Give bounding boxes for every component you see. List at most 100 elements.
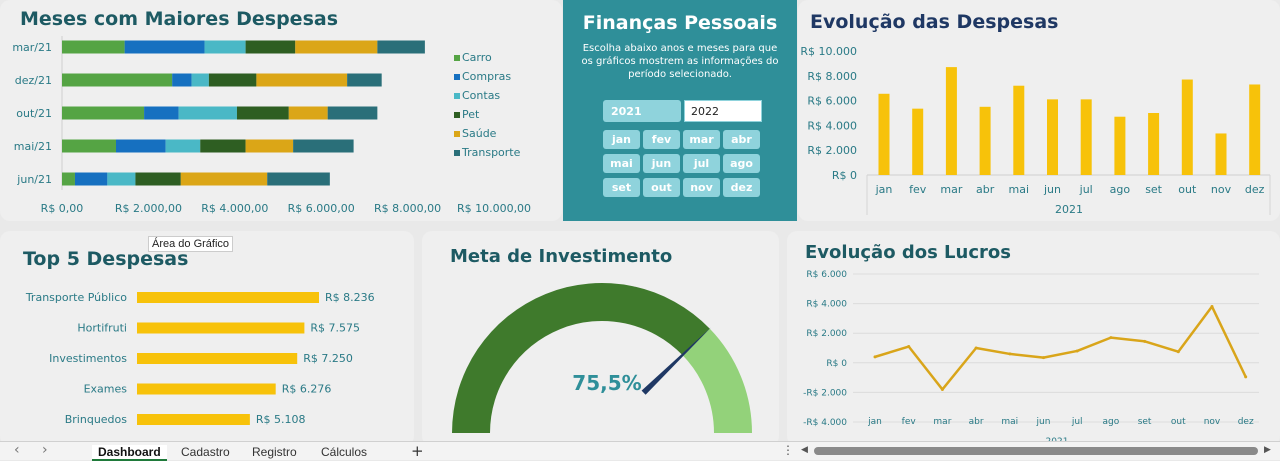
month-button-out[interactable]: out	[643, 178, 680, 197]
legend-label: Saúde	[462, 127, 497, 140]
tab-cadastro[interactable]: Cadastro	[181, 445, 230, 459]
data-label: R$ 8.236	[325, 291, 375, 304]
bar-segment	[295, 40, 378, 54]
profit-line	[874, 305, 1247, 391]
legend-swatch	[454, 112, 460, 118]
expense-bar	[1080, 99, 1092, 175]
bar-segment	[62, 40, 125, 54]
x-tick-label: R$ 0,00	[41, 202, 84, 215]
bar-segment	[172, 73, 192, 87]
month-button-jan[interactable]: jan	[603, 130, 640, 149]
profit-point	[1109, 336, 1113, 340]
month-button-ago[interactable]: ago	[723, 154, 760, 173]
expense-bar	[1181, 79, 1193, 175]
x-tick-label: R$ 8.000,00	[374, 202, 441, 215]
x-tick-label: abr	[976, 183, 995, 196]
bar-segment	[347, 73, 382, 87]
expenses-bar-chart: R$ 0 R$ 2.000 R$ 4.000 R$ 6.000 R$ 8.000 R$ 1…	[800, 45, 1271, 216]
bar-segment	[116, 139, 166, 153]
x-tick-label: set	[1138, 417, 1152, 427]
bar-segment	[180, 172, 268, 186]
legend-label: Transporte	[461, 146, 521, 159]
expenses-evolution-panel[interactable]: Evolução das Despesas R$ 0 R$ 2.000 R$ 4.0…	[798, 0, 1280, 221]
x-tick-label: ago	[1103, 417, 1120, 427]
month-button-jun[interactable]: jun	[643, 154, 680, 173]
prev-sheet-icon[interactable]: ‹	[14, 442, 20, 458]
y-tick-label: R$ 4.000	[806, 300, 847, 310]
options-icon[interactable]: ⋮	[782, 443, 794, 457]
legend-swatch	[454, 150, 460, 156]
profit-point	[1042, 356, 1045, 360]
bar-segment	[208, 73, 257, 87]
year-button-2021[interactable]: 2021	[603, 100, 681, 122]
bar-segment	[245, 139, 294, 153]
profit-point	[1143, 339, 1147, 343]
top5-bar	[137, 292, 319, 303]
y-tick-label: R$ 6.000	[807, 95, 857, 108]
profit-point	[873, 355, 877, 359]
control-panel-subtitle: Escolha abaixo anos e meses para que os …	[581, 43, 779, 80]
x-tick-label: R$ 4.000,00	[201, 202, 268, 215]
year-button-2022[interactable]: 2022	[684, 100, 762, 122]
profit-evolution-panel[interactable]: Evolução dos Lucros -R$ 4.000 -R$ 2.000 R$…	[787, 231, 1280, 446]
stacked-bar-chart: mar/21 dez/21 out/21 mai/21 jun/21 R$ 0,00 R$ …	[12, 36, 531, 215]
top5-panel[interactable]: Top 5 Despesas Transporte Público R$ 8.23…	[0, 231, 414, 446]
scroll-right-icon[interactable]: ▶	[1264, 445, 1271, 455]
month-button-fev[interactable]: fev	[643, 130, 680, 149]
investment-goal-panel[interactable]: Meta de Investimento 75,5%	[422, 231, 779, 446]
month-button-abr[interactable]: abr	[723, 130, 760, 149]
profit-point	[974, 346, 978, 350]
bar-segment	[288, 106, 328, 120]
category-label: jun/21	[16, 173, 52, 186]
profit-point	[907, 345, 911, 349]
month-button-dez[interactable]: dez	[723, 178, 760, 197]
bar-segment	[245, 40, 296, 54]
category-label: Exames	[84, 383, 128, 396]
investment-gauge	[452, 283, 752, 433]
tab-dashboard[interactable]: Dashboard	[92, 445, 167, 461]
scroll-left-icon[interactable]: ◀	[801, 445, 808, 455]
tab-calculos[interactable]: Cálculos	[321, 445, 367, 459]
month-button-nov[interactable]: nov	[683, 178, 720, 197]
top5-bar	[137, 414, 250, 425]
x-tick-label: jan	[875, 183, 893, 196]
tab-registro[interactable]: Registro	[252, 445, 297, 459]
y-tick-label: R$ 0	[832, 169, 857, 182]
top5-bar	[137, 383, 276, 395]
month-button-mai[interactable]: mai	[603, 154, 640, 173]
x-tick-label: set	[1145, 183, 1162, 196]
month-button-jul[interactable]: jul	[683, 154, 720, 173]
expense-bar	[1215, 133, 1227, 175]
sheet-tab-bar: ‹ › Dashboard Cadastro Registro Cálculos…	[0, 441, 1280, 461]
expense-bar	[1249, 84, 1261, 175]
profit-line-chart: -R$ 4.000 -R$ 2.000 R$ 0 R$ 2.000 R$ 4.000 R$…	[803, 270, 1259, 446]
add-sheet-button[interactable]: +	[411, 442, 424, 460]
bar-segment	[191, 73, 209, 87]
top5-bar-chart: Transporte Público R$ 8.236 Hortifruti R$ 7…	[25, 291, 375, 426]
next-sheet-icon[interactable]: ›	[42, 442, 48, 458]
bar-segment	[200, 139, 246, 153]
bar-segment	[165, 139, 201, 153]
horizontal-scrollbar[interactable]	[814, 447, 1258, 455]
x-tick-label: jul	[1071, 417, 1083, 427]
category-label: dez/21	[15, 74, 52, 87]
x-tick-label: R$ 6.000,00	[288, 202, 355, 215]
x-tick-label: R$ 10.000,00	[457, 202, 531, 215]
bar-segment	[178, 106, 237, 120]
x-tick-label: mai	[1009, 183, 1030, 196]
month-button-set[interactable]: set	[603, 178, 640, 197]
expense-bar	[945, 67, 957, 175]
bar-segment	[267, 172, 330, 186]
control-panel-title: Finanças Pessoais	[582, 12, 778, 34]
bar-segment	[62, 172, 75, 186]
legend-label: Compras	[462, 70, 511, 83]
data-label: R$ 7.575	[310, 322, 360, 335]
expense-bar	[1114, 116, 1126, 175]
bar-segment	[74, 172, 108, 186]
x-tick-label: mar	[940, 183, 962, 196]
stacked-chart-panel[interactable]: Meses com Maiores Despesas mar/21 dez/21 o…	[0, 0, 562, 221]
month-button-mar[interactable]: mar	[683, 130, 720, 149]
category-label: Brinquedos	[65, 413, 128, 426]
bar-segment	[236, 106, 289, 120]
profit-point	[1075, 349, 1079, 353]
